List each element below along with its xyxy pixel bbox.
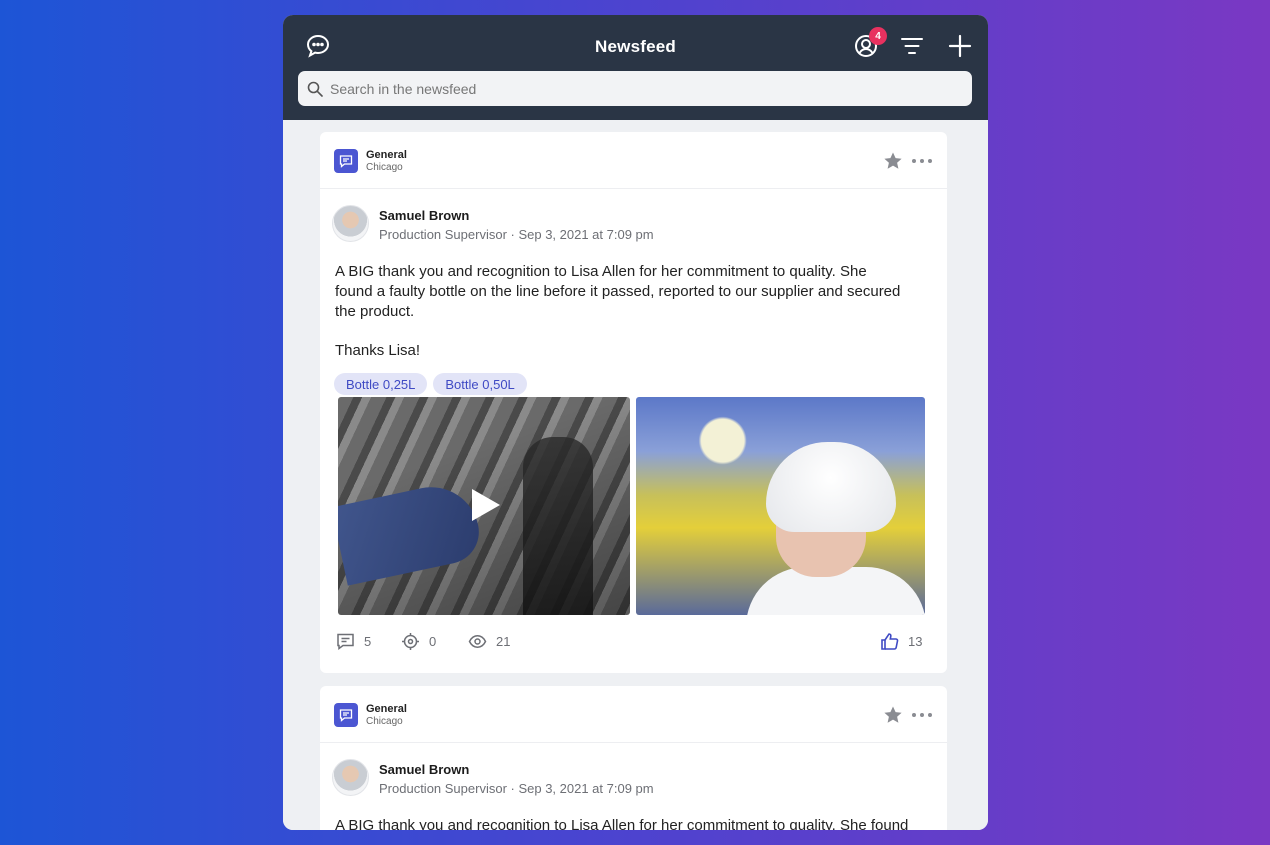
- post-header: General Chicago: [320, 686, 947, 743]
- post-author: Samuel Brown Production Supervisor · Sep…: [320, 743, 947, 805]
- comments-count: 5: [364, 634, 372, 649]
- plus-icon[interactable]: [947, 33, 973, 59]
- post-text-closing: Thanks Lisa!: [335, 342, 421, 359]
- channel-name[interactable]: General: [366, 149, 407, 161]
- channel-location: Chicago: [366, 162, 403, 173]
- author-meta: Production Supervisor · Sep 3, 2021 at 7…: [379, 227, 654, 242]
- post-author: Samuel Brown Production Supervisor · Sep…: [320, 189, 947, 251]
- more-options-icon[interactable]: [911, 158, 933, 164]
- feed: General Chicago Samuel Brown Production …: [283, 120, 988, 830]
- tag[interactable]: Bottle 0,50L: [433, 373, 527, 395]
- search-bar[interactable]: [298, 71, 972, 106]
- newsfeed-app: Newsfeed 4 Search in the newsfeed Genera…: [283, 15, 988, 830]
- post-text: A BIG thank you and recognition to Lisa …: [335, 817, 909, 830]
- search-input[interactable]: [330, 80, 950, 97]
- comments-stat[interactable]: 5: [336, 632, 371, 651]
- post-text: A BIG thank you and recognition to Lisa …: [335, 263, 901, 320]
- views-stat: 21: [468, 632, 510, 651]
- post-card: General Chicago Samuel Brown Production …: [320, 686, 947, 830]
- top-bar: Newsfeed 4: [283, 15, 988, 120]
- thumbs-up-icon[interactable]: [880, 632, 899, 651]
- eye-icon: [468, 635, 487, 648]
- author-name[interactable]: Samuel Brown: [379, 208, 469, 223]
- notification-badge: 4: [869, 27, 887, 45]
- views-count: 21: [496, 634, 511, 649]
- post-tags: Bottle 0,25L Bottle 0,50L: [320, 361, 947, 397]
- video-thumbnail[interactable]: [338, 397, 630, 615]
- play-icon[interactable]: [472, 489, 500, 521]
- post-header: General Chicago: [320, 132, 947, 189]
- profile-icon[interactable]: 4: [853, 27, 887, 59]
- post-stats: 5 0 21 13: [320, 615, 947, 668]
- targets-count: 0: [429, 634, 437, 649]
- target-icon: [402, 633, 419, 650]
- author-name[interactable]: Samuel Brown: [379, 762, 469, 777]
- comment-icon: [337, 633, 354, 650]
- search-icon: [307, 81, 323, 97]
- likes-count: 13: [908, 634, 923, 649]
- tag[interactable]: Bottle 0,25L: [334, 373, 428, 395]
- post-media: [320, 397, 947, 615]
- star-icon[interactable]: [883, 151, 903, 171]
- targets-stat[interactable]: 0: [401, 632, 436, 651]
- star-icon[interactable]: [883, 705, 903, 725]
- likes-stat[interactable]: 13: [880, 632, 922, 651]
- avatar[interactable]: [332, 759, 369, 796]
- post-card: General Chicago Samuel Brown Production …: [320, 132, 947, 673]
- channel-name[interactable]: General: [366, 703, 407, 715]
- avatar[interactable]: [332, 205, 369, 242]
- author-meta: Production Supervisor · Sep 3, 2021 at 7…: [379, 781, 654, 796]
- channel-icon: [334, 703, 358, 727]
- more-options-icon[interactable]: [911, 712, 933, 718]
- image-thumbnail[interactable]: [636, 397, 925, 615]
- channel-icon: [334, 149, 358, 173]
- channel-location: Chicago: [366, 716, 403, 727]
- filter-icon[interactable]: [899, 33, 925, 59]
